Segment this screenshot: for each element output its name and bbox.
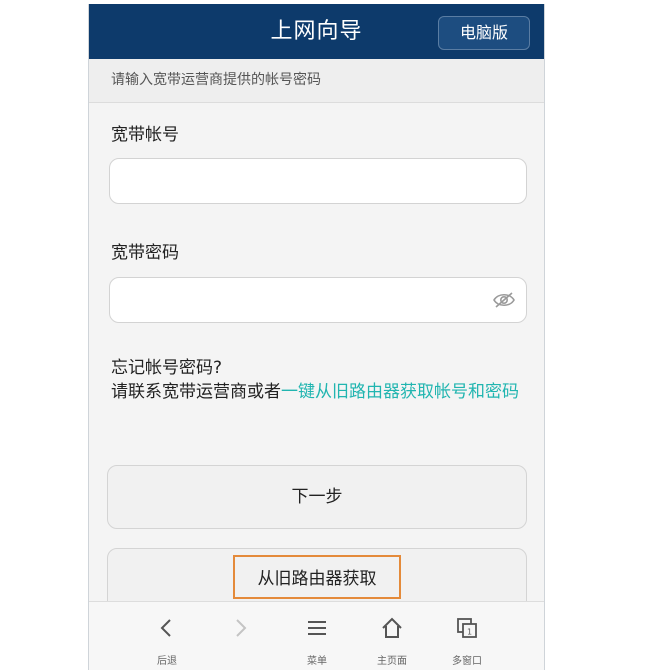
hint-bar: 请输入宽带运营商提供的帐号密码 [89,59,544,103]
page: 上网向导 电脑版 请输入宽带运营商提供的帐号密码 宽带帐号 宽带密码 忘记帐号密… [0,0,650,670]
fetch-button-label: 从旧路由器获取 [233,555,401,599]
fetch-from-old-router-link[interactable]: 一键从旧路由器获取帐号和密码 [281,382,519,402]
phone-screen: 上网向导 电脑版 请输入宽带运营商提供的帐号密码 宽带帐号 宽带密码 忘记帐号密… [88,4,545,670]
account-label: 宽带帐号 [111,125,179,145]
menu-label: 菜单 [307,656,327,667]
forward-arrow-icon [236,619,247,637]
forward-button[interactable] [202,602,278,670]
windows-label: 多窗口 [452,656,482,667]
back-arrow-icon [160,619,171,637]
password-field-container [109,277,527,324]
home-label: 主页面 [377,656,407,667]
svg-text:1: 1 [467,628,472,637]
forgot-question: 忘记帐号密码? [111,358,223,378]
forgot-prefix: 请联系宽带运营商或者 [111,382,281,402]
next-step-button[interactable]: 下一步 [107,465,527,529]
desktop-version-button[interactable]: 电脑版 [438,16,530,50]
account-field-container [109,158,527,205]
back-button[interactable]: 后退 [129,602,205,670]
header-bar: 上网向导 电脑版 [89,4,544,59]
browser-toolbar: 后退 菜单 主页面 1 多窗口 [89,601,544,670]
home-icon [382,617,402,638]
eye-icon[interactable] [492,290,516,310]
back-label: 后退 [157,656,177,667]
menu-icon [308,621,326,635]
hint-text: 请输入宽带运营商提供的帐号密码 [111,72,321,88]
windows-icon: 1 [457,618,477,638]
account-input[interactable] [120,159,484,205]
forgot-help-text: 忘记帐号密码? 请联系宽带运营商或者一键从旧路由器获取帐号和密码 [111,356,526,404]
windows-button[interactable]: 1 多窗口 [429,602,505,670]
menu-button[interactable]: 菜单 [279,602,355,670]
password-label: 宽带密码 [111,243,179,263]
forgot-instructions: 请联系宽带运营商或者一键从旧路由器获取帐号和密码 [111,380,526,404]
password-input[interactable] [120,278,484,324]
home-button[interactable]: 主页面 [354,602,430,670]
